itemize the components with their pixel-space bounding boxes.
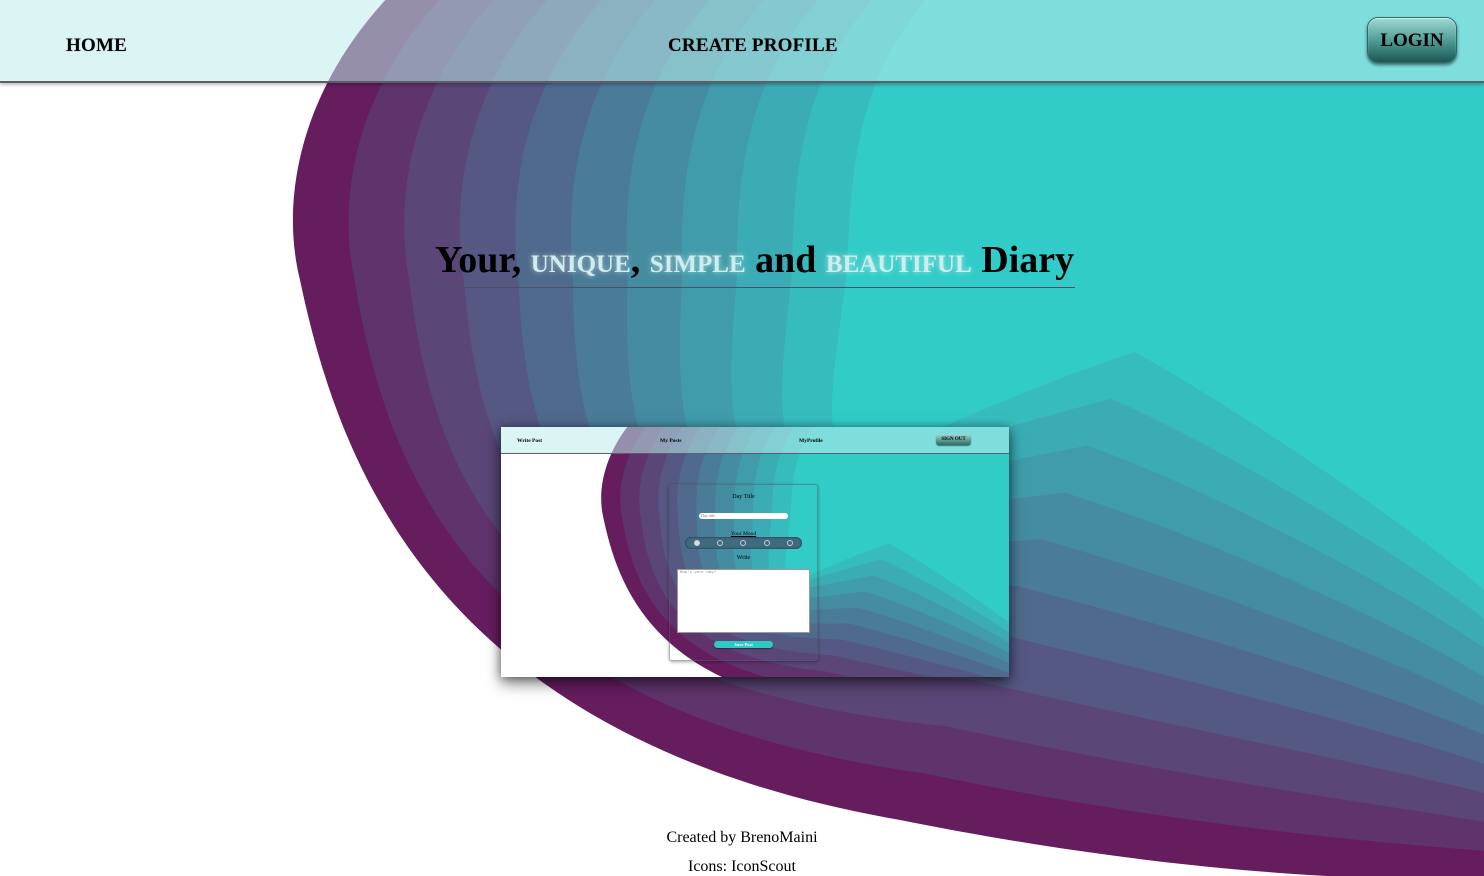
preview-mood-selector xyxy=(685,537,802,549)
headline-word-beautiful: BEAUTIFUL xyxy=(825,251,972,278)
headline-word-unique: UNIQUE xyxy=(530,251,631,278)
preview-write-label: Write xyxy=(736,555,751,561)
app-preview-image: Write Post My Posts MyProfile SIGN OUT D… xyxy=(501,427,1009,677)
preview-my-posts-link: My Posts xyxy=(660,438,682,444)
hero-headline: Your, UNIQUE, SIMPLE and BEAUTIFUL Diary xyxy=(435,238,1075,288)
headline-comma: , xyxy=(630,239,641,281)
headline-word-your: Your, xyxy=(435,239,522,281)
preview-day-title-input: Day title xyxy=(699,513,788,519)
footer-created-by: Created by BrenoMaini xyxy=(666,829,818,846)
headline-word-and: and xyxy=(755,239,817,281)
mood-icon xyxy=(764,540,770,546)
mood-icon xyxy=(740,540,746,546)
preview-my-profile-link: MyProfile xyxy=(799,438,823,444)
top-navbar: HOME CREATE PROFILE LOGIN xyxy=(0,0,1484,83)
headline-word-diary: Diary xyxy=(981,239,1075,281)
preview-day-title-label: Day Title xyxy=(732,494,755,500)
preview-sign-out-button: SIGN OUT xyxy=(936,434,971,445)
footer-icons-credit: Icons: IconScout xyxy=(688,858,796,875)
mood-icon xyxy=(694,540,700,546)
nav-home-link[interactable]: HOME xyxy=(66,35,127,57)
login-button[interactable]: LOGIN xyxy=(1367,17,1457,63)
preview-navbar: Write Post My Posts MyProfile SIGN OUT xyxy=(501,427,1009,454)
mood-icon xyxy=(717,540,723,546)
preview-save-post-button: Save Post xyxy=(714,641,773,648)
headline-word-simple: SIMPLE xyxy=(649,251,746,278)
nav-create-profile-link[interactable]: CREATE PROFILE xyxy=(668,35,838,57)
mood-icon xyxy=(787,540,793,546)
preview-post-form: Day Title Day title Your Mood Write How'… xyxy=(669,484,818,661)
preview-write-textarea: How's your day? xyxy=(677,569,810,633)
preview-write-post-link: Write Post xyxy=(517,438,543,444)
